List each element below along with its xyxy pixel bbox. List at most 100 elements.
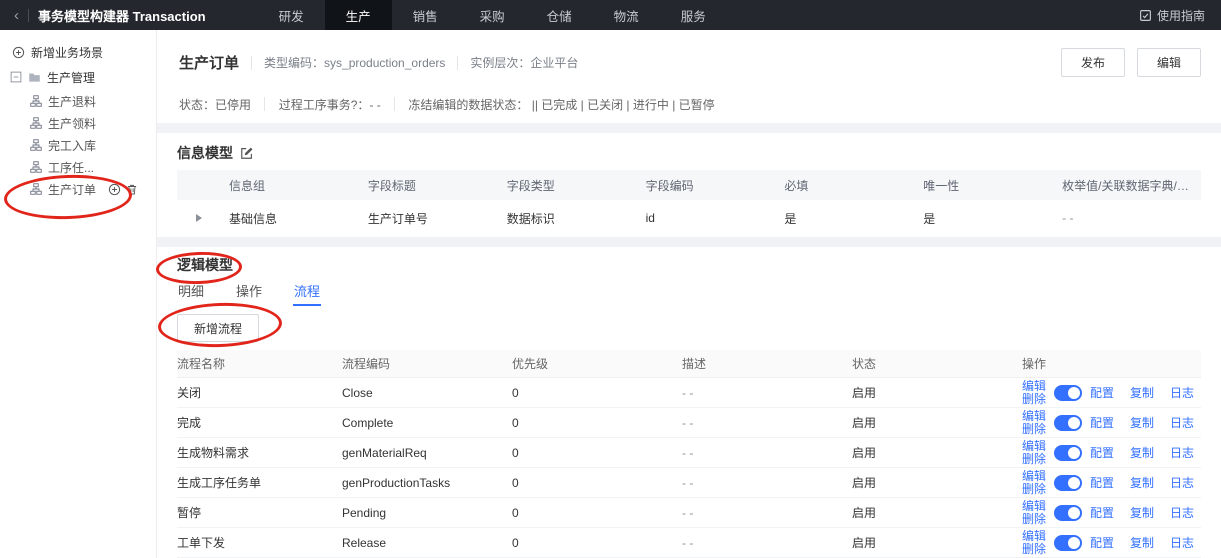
sidebar-item-process-task[interactable]: 工序任... [0,156,156,178]
flow-name-cell: 生成工序任务单 [177,476,262,490]
toggle-knob [1068,386,1081,399]
log-link[interactable]: 日志 [1170,444,1194,461]
nav-tab-warehouse[interactable]: 仓储 [526,0,593,30]
sidebar-item-production-order[interactable]: 生产订单 [0,178,156,200]
expand-row-icon[interactable] [196,214,202,223]
delete-link[interactable]: 删除 [1022,452,1046,466]
delete-link[interactable]: 删除 [1022,542,1046,556]
app-title: 事务模型构建器 Transaction [38,8,206,24]
delete-link[interactable]: 删除 [1022,512,1046,526]
copy-link[interactable]: 复制 [1130,474,1154,491]
status-cell: 启用 [852,416,877,430]
enable-toggle[interactable] [1054,504,1083,521]
enable-toggle[interactable] [1054,534,1083,551]
user-guide-button[interactable]: 使用指南 [1139,0,1221,30]
flow-code-cell: genProductionTasks [342,475,451,490]
edit-link[interactable]: 编辑 [1022,440,1046,453]
toggle-knob [1068,446,1081,459]
config-link[interactable]: 配置 [1090,384,1114,401]
table-row: 生成工序任务单 genProductionTasks 0 - - 启用 编辑 删… [177,468,1201,498]
priority-cell: 0 [512,415,519,430]
log-link[interactable]: 日志 [1170,414,1194,431]
enable-toggle[interactable] [1054,384,1083,401]
flow-name-cell: 工单下发 [177,536,226,550]
edit-pencil-icon[interactable] [240,146,254,160]
add-scenario-label: 新增业务场景 [31,45,104,60]
delete-link[interactable]: 删除 [1022,482,1046,496]
nav-tab-production[interactable]: 生产 [324,0,392,30]
folder-icon [29,72,40,82]
sidebar-item-label: 生产领料 [48,116,97,131]
enable-toggle[interactable] [1054,414,1083,431]
logic-model-card: 逻辑模型 明细 操作 流程 新增流程 流程名称 流程编码 优先级 描述 状态 操… [157,247,1221,558]
column-header: 唯一性 [923,178,960,193]
edit-link[interactable]: 编辑 [1022,380,1046,393]
status-cell: 启用 [852,476,877,490]
edit-link[interactable]: 编辑 [1022,470,1046,483]
publish-button[interactable]: 发布 [1060,48,1125,77]
enable-toggle[interactable] [1054,444,1083,461]
add-flow-button[interactable]: 新增流程 [177,314,260,342]
plus-circle-icon [12,46,25,58]
nav-tab-service[interactable]: 服务 [660,0,727,30]
priority-cell: 0 [512,535,519,550]
log-link[interactable]: 日志 [1170,474,1194,491]
description-cell: - - [682,445,694,460]
nav-tab-sales[interactable]: 销售 [392,0,459,30]
logic-model-tabs: 明细 操作 流程 [177,279,1201,306]
nav-tab-rd[interactable]: 研发 [258,0,325,30]
edit-link[interactable]: 编辑 [1022,410,1046,423]
copy-link[interactable]: 复制 [1130,504,1154,521]
sidebar-item-finished-goods[interactable]: 完工入库 [0,134,156,156]
config-link[interactable]: 配置 [1090,414,1114,431]
delete-link[interactable]: 删除 [1022,422,1046,436]
flow-table-header: 流程名称 流程编码 优先级 描述 状态 操作 [177,350,1201,378]
config-link[interactable]: 配置 [1090,444,1114,461]
column-header: 必填 [784,178,809,193]
add-icon[interactable] [108,183,121,196]
edit-button[interactable]: 编辑 [1136,48,1201,77]
row-actions: 编辑 删除 配置 复制 日志 [1022,380,1201,406]
toggle-knob [1068,506,1081,519]
flow-name-cell: 关闭 [177,386,202,400]
enable-toggle[interactable] [1054,474,1083,491]
tab-operation[interactable]: 操作 [235,279,263,306]
log-link[interactable]: 日志 [1170,534,1194,551]
sidebar-group-label: 生产管理 [47,70,96,85]
copy-link[interactable]: 复制 [1130,384,1154,401]
row-actions: 编辑 删除 配置 复制 日志 [1022,410,1201,436]
sidebar-group-production[interactable]: 生产管理 [0,64,156,90]
flow-code-cell: Release [342,535,387,550]
log-link[interactable]: 日志 [1170,504,1194,521]
delete-link[interactable]: 删除 [1022,392,1046,406]
back-icon[interactable]: ‹ [14,8,19,23]
tab-flow[interactable]: 流程 [293,279,322,306]
priority-cell: 0 [512,385,519,400]
trash-icon[interactable] [126,183,138,196]
copy-link[interactable]: 复制 [1130,414,1154,431]
edit-link[interactable]: 编辑 [1022,530,1046,543]
nav-tab-procurement[interactable]: 采购 [459,0,526,30]
status-line: 状态：已停用 过程工序事务?：- - 冻结编辑的数据状态： || 已完成 | 已… [179,96,1201,113]
priority-cell: 0 [512,445,519,460]
config-link[interactable]: 配置 [1090,504,1114,521]
config-link[interactable]: 配置 [1090,474,1114,491]
copy-link[interactable]: 复制 [1130,534,1154,551]
sidebar-item-material-picking[interactable]: 生产领料 [0,112,156,134]
edit-link[interactable]: 编辑 [1022,500,1046,513]
config-link[interactable]: 配置 [1090,534,1114,551]
transaction-model-builder-app: { "topbar": { "back_icon": "‹", "title":… [0,0,1221,558]
status-state: 状态：已停用 [179,98,252,112]
page-title: 生产订单 [179,55,240,72]
copy-link[interactable]: 复制 [1130,444,1154,461]
nav-tab-logistics[interactable]: 物流 [593,0,660,30]
sidebar-item-label: 完工入库 [48,138,97,153]
add-scenario-button[interactable]: 新增业务场景 [0,40,156,64]
priority-cell: 0 [512,475,519,490]
divider [394,97,396,111]
sidebar-item-production-return[interactable]: 生产退料 [0,90,156,112]
tab-detail[interactable]: 明细 [177,279,205,306]
info-model-title: 信息模型 [177,145,233,162]
log-link[interactable]: 日志 [1170,384,1194,401]
required-cell: 是 [784,211,797,226]
